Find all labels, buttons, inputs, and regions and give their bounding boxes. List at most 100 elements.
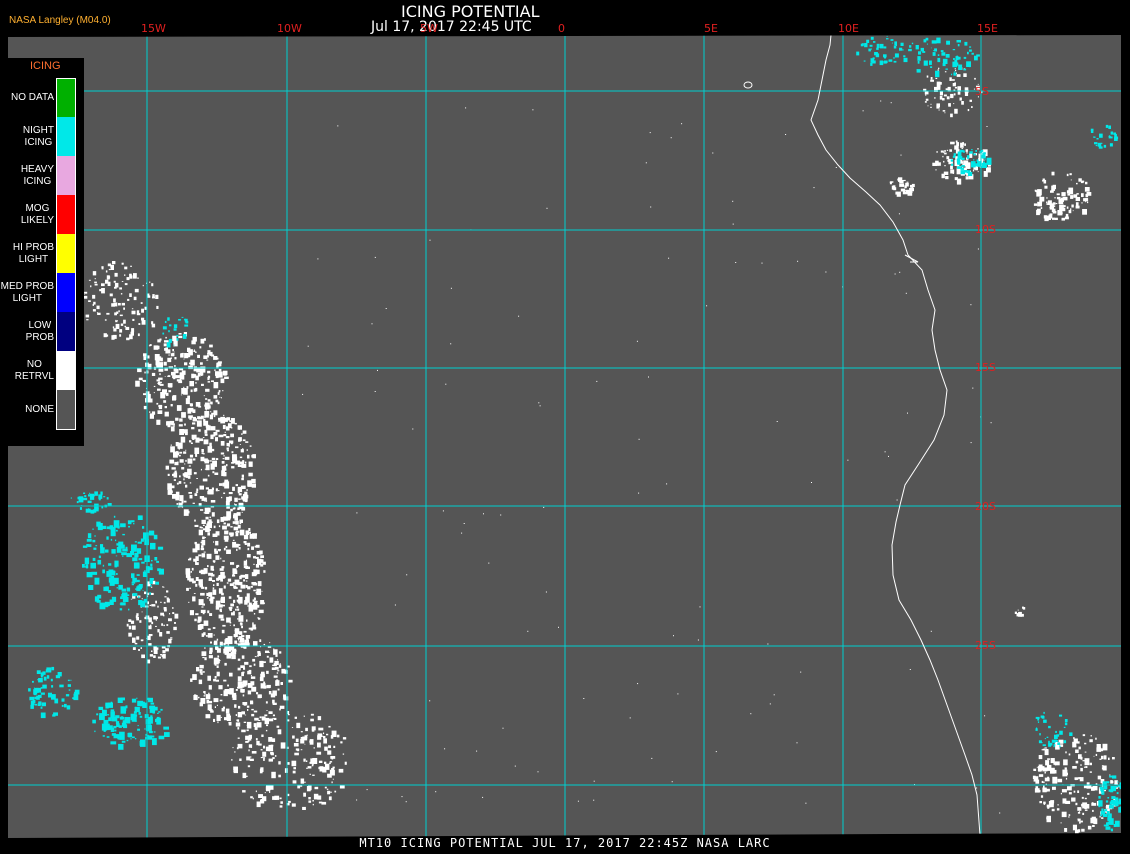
cloud-pixel — [1081, 796, 1084, 799]
cloud-pixel — [870, 36, 874, 40]
cloud-pixel — [157, 656, 161, 659]
cloud-pixel — [518, 315, 520, 317]
cloud-pixel — [300, 731, 303, 733]
cloud-pixel — [220, 378, 225, 384]
cloud-pixel — [229, 672, 233, 677]
cloud-pixel — [222, 624, 226, 627]
cloud-pixel — [199, 702, 203, 707]
cloud-pixel — [38, 701, 42, 706]
cloud-pixel — [953, 72, 957, 76]
cloud-pixel — [226, 617, 231, 623]
cloud-pixel — [1099, 758, 1102, 760]
cloud-pixel — [214, 548, 217, 552]
cloud-pixel — [216, 638, 219, 641]
cloud-pixel — [207, 377, 210, 381]
cloud-pixel — [158, 368, 164, 372]
legend-item-label: HEAVY ICING — [20, 163, 54, 187]
cloud-pixel — [84, 495, 87, 498]
cloud-pixel — [805, 802, 807, 804]
cloud-pixel — [1064, 828, 1068, 832]
lat-label-25s: 25S — [975, 639, 996, 652]
cloud-pixel — [149, 578, 154, 581]
cloud-pixel — [214, 659, 220, 664]
cloud-pixel — [278, 664, 282, 668]
cloud-pixel — [1053, 760, 1055, 762]
cloud-pixel — [88, 585, 94, 590]
cloud-pixel — [697, 639, 699, 641]
cloud-pixel — [956, 74, 961, 77]
cloud-pixel — [1113, 132, 1116, 135]
cloud-pixel — [134, 541, 137, 543]
cloud-pixel — [254, 717, 259, 721]
cloud-pixel — [1105, 806, 1109, 809]
cloud-pixel — [248, 531, 251, 534]
cloud-pixel — [1065, 213, 1069, 217]
cloud-pixel — [228, 689, 232, 695]
cloud-pixel — [1048, 742, 1052, 747]
cloud-pixel — [944, 150, 946, 152]
cloud-pixel — [1067, 786, 1072, 791]
cloud-pixel — [969, 151, 973, 154]
cloud-pixel — [149, 395, 151, 397]
cloud-pixel — [1084, 187, 1090, 192]
cloud-pixel — [304, 735, 308, 739]
cloud-pixel — [211, 380, 214, 382]
cloud-pixel — [167, 317, 170, 321]
cloud-pixel — [1082, 812, 1085, 815]
cloud-pixel — [173, 324, 178, 328]
cloud-pixel — [151, 323, 156, 328]
cloud-pixel — [1054, 197, 1056, 199]
cloud-pixel — [964, 170, 968, 173]
cloud-pixel — [332, 778, 334, 780]
cloud-pixel — [40, 675, 43, 678]
cloud-pixel — [139, 620, 142, 623]
cloud-pixel — [952, 49, 956, 51]
cloud-pixel — [103, 719, 109, 724]
cloud-pixel — [374, 391, 376, 392]
cloud-pixel — [935, 169, 937, 171]
cloud-pixel — [896, 499, 898, 501]
cloud-pixel — [219, 483, 223, 486]
cloud-pixel — [1044, 738, 1046, 740]
cloud-pixel — [140, 647, 142, 649]
cloud-pixel — [869, 44, 873, 47]
cloud-pixel — [255, 544, 260, 548]
cloud-pixel — [156, 560, 159, 563]
cloud-pixel — [930, 47, 932, 49]
cloud-pixel — [258, 609, 264, 614]
cloud-pixel — [1044, 747, 1047, 749]
cloud-pixel — [191, 567, 194, 571]
cloud-pixel — [257, 651, 261, 654]
cloud-pixel — [233, 634, 238, 637]
lon-label-15w: 15W — [141, 22, 166, 35]
cloud-pixel — [198, 529, 203, 536]
cloud-pixel — [180, 436, 186, 443]
cloud-pixel — [1041, 780, 1044, 783]
cloud-pixel — [488, 562, 490, 564]
cloud-pixel — [226, 449, 229, 452]
cloud-pixel — [179, 475, 181, 478]
cloud-pixel — [215, 555, 220, 560]
cloud-pixel — [1113, 824, 1116, 827]
cloud-pixel — [930, 630, 932, 632]
cloud-pixel — [97, 523, 103, 531]
cloud-pixel — [910, 188, 912, 190]
cloud-pixel — [200, 547, 205, 551]
cloud-pixel — [311, 726, 316, 731]
cloud-pixel — [334, 790, 337, 793]
cloud-pixel — [1091, 802, 1097, 806]
cloud-pixel — [157, 568, 161, 572]
cloud-pixel — [973, 153, 976, 156]
cloud-pixel — [252, 599, 255, 602]
cloud-pixel — [165, 336, 167, 339]
cloud-pixel — [242, 494, 248, 502]
cloud-pixel — [287, 714, 290, 716]
cloud-pixel — [1083, 785, 1089, 789]
cloud-pixel — [233, 585, 237, 589]
cloud-pixel — [141, 598, 143, 600]
cloud-pixel — [78, 496, 84, 503]
cloud-pixel — [950, 169, 955, 174]
cloud-pixel — [138, 712, 141, 715]
cloud-pixel — [256, 722, 262, 728]
cloud-pixel — [1049, 207, 1052, 209]
